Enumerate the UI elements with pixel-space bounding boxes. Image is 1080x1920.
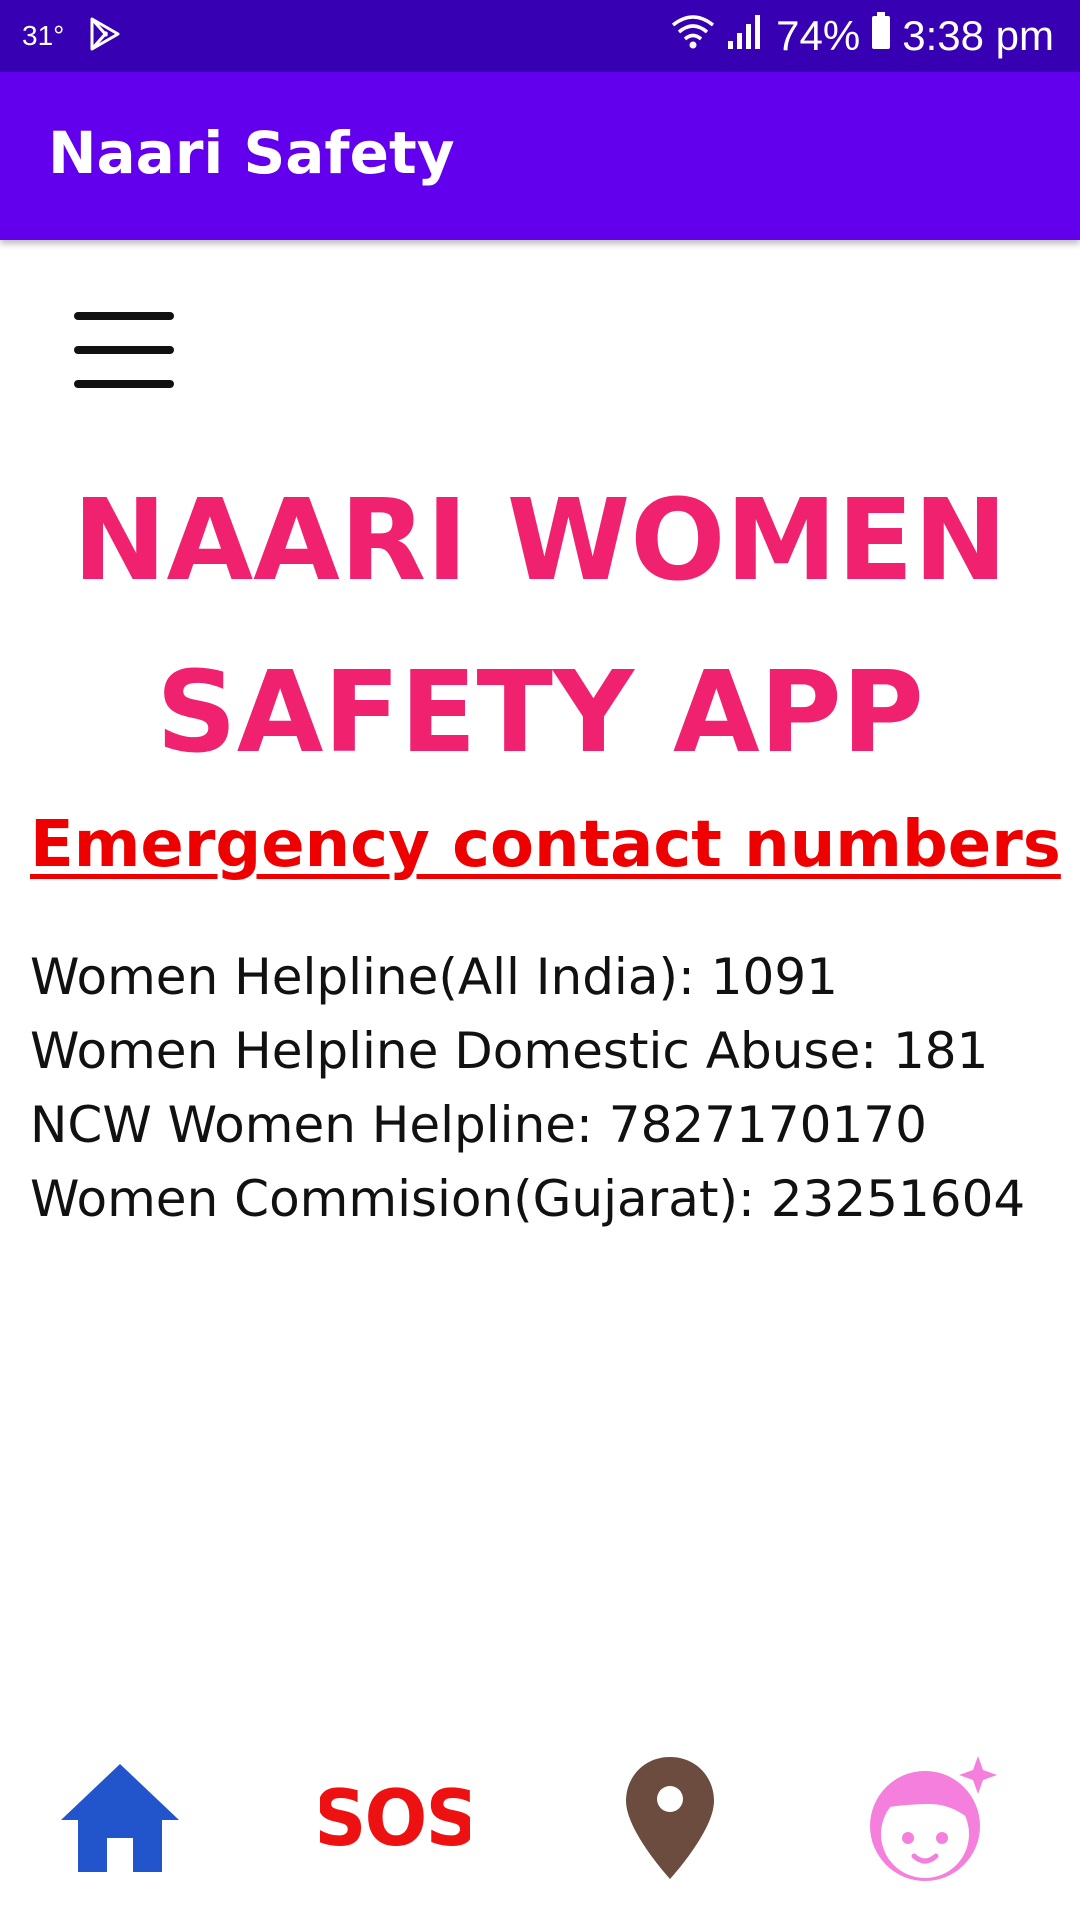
hamburger-menu-icon[interactable] <box>74 312 174 388</box>
emergency-contacts-heading[interactable]: Emergency contact numbers <box>30 800 1061 890</box>
sos-label-text: SOS <box>320 1778 470 1858</box>
girl-face-icon <box>860 1748 1000 1892</box>
status-bar-left: 31° <box>22 14 124 58</box>
hero-title-line-2: SAFETY APP <box>156 648 924 778</box>
bottom-navigation: SOS <box>0 1735 1080 1920</box>
nav-location-button[interactable] <box>610 1735 730 1905</box>
home-icon <box>55 1758 185 1882</box>
menu-line-middle <box>74 346 174 354</box>
signal-icon <box>726 11 766 61</box>
battery-percent: 74% <box>776 12 861 59</box>
menu-line-top <box>74 312 174 320</box>
nav-profile-button[interactable] <box>860 1735 1000 1905</box>
contact-domestic-abuse-helpline: Women Helpline Domestic Abuse: 181 <box>30 1022 989 1080</box>
wifi-icon <box>670 11 716 61</box>
location-pin-icon <box>622 1753 718 1887</box>
nav-sos-button[interactable]: SOS <box>310 1735 480 1905</box>
contact-women-commission-gujarat: Women Commision(Gujarat): 23251604 <box>30 1170 1026 1228</box>
hero-title-line-1: NAARI WOMEN <box>72 476 1008 606</box>
app-bar: Naari Safety <box>0 72 1080 240</box>
contact-ncw-helpline: NCW Women Helpline: 7827170170 <box>30 1096 927 1154</box>
status-time: 3:38 pm <box>902 12 1054 59</box>
status-temperature: 31° <box>22 20 65 51</box>
app-title: Naari Safety <box>48 119 455 187</box>
hero-title: NAARI WOMEN SAFETY APP <box>0 455 1080 799</box>
menu-line-bottom <box>74 380 174 388</box>
nav-home-button[interactable] <box>50 1735 190 1905</box>
battery-icon <box>870 11 892 61</box>
emergency-contact-list: Women Helpline(All India): 1091 Women He… <box>30 940 1070 1236</box>
sos-label: SOS <box>313 1774 478 1864</box>
play-store-icon <box>84 14 124 58</box>
status-bar-right: 74% 3:38 pm <box>670 10 1054 62</box>
status-bar: 31° 74% 3:38 pm <box>0 0 1080 72</box>
contact-women-helpline-all-india: Women Helpline(All India): 1091 <box>30 948 838 1006</box>
